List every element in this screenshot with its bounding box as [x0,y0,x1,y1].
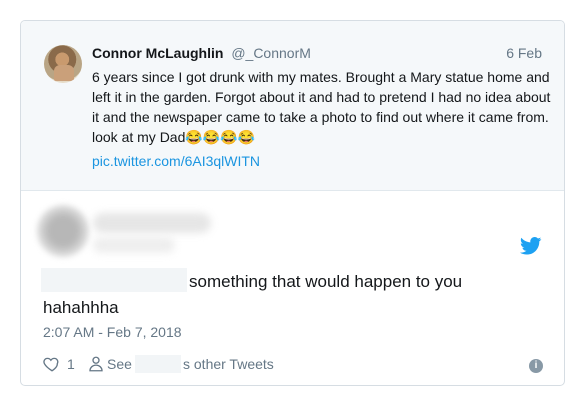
quoted-tweet[interactable]: Connor McLaughlin @_ConnorM 6 Feb 6 year… [21,21,564,191]
person-icon[interactable] [87,355,105,373]
redacted-mention [41,268,187,292]
tweet-card: Connor McLaughlin @_ConnorM 6 Feb 6 year… [20,20,565,386]
see-other-tweets-suffix[interactable]: s other Tweets [183,355,274,373]
blurred-name [93,213,211,233]
quoted-date[interactable]: 6 Feb [506,44,542,62]
like-count[interactable]: 1 [67,355,75,373]
author-name[interactable]: Connor McLaughlin [92,45,223,61]
tweet-text-line2: hahahhha [43,298,119,317]
quoted-link[interactable]: pic.twitter.com/6AI3qlWITN [92,151,260,171]
tweet-actions: 1 See s other Tweets i [43,355,543,375]
author-avatar[interactable] [44,45,82,83]
blurred-handle [93,237,175,253]
info-icon[interactable]: i [529,359,543,373]
quoted-text: 6 years since I got drunk with my mates.… [92,69,551,145]
twitter-bird-icon[interactable] [520,237,542,255]
tweet-timestamp[interactable]: 2:07 AM - Feb 7, 2018 [43,323,182,341]
avatar[interactable] [37,205,89,257]
see-other-tweets-prefix[interactable]: See [107,355,132,373]
author-header: Connor McLaughlin @_ConnorM [92,44,311,62]
author-handle[interactable]: @_ConnorM [231,45,311,61]
tweet-text-line1: something that would happen to you [189,272,463,291]
heart-icon[interactable] [43,355,61,373]
redacted-see-name [135,355,181,373]
